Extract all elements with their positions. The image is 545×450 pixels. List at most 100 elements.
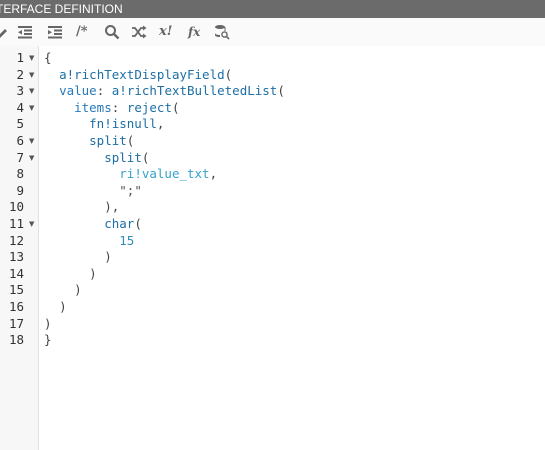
line-number-gutter: 1 ▼ 2 ▼ 3 ▼ 4 ▼ 5 6 ▼ 7 ▼ 8 9 10 11 ▼ 12 13 14 15 16 17 18 bbox=[0, 46, 39, 450]
line-number: 9 bbox=[16, 182, 24, 198]
code-line[interactable]: { bbox=[44, 50, 52, 67]
code-line[interactable]: ) bbox=[44, 266, 97, 283]
line-number: 12 bbox=[8, 232, 24, 248]
code-token: { bbox=[44, 50, 52, 65]
line-number: 11 bbox=[8, 216, 24, 231]
code-line[interactable]: char( bbox=[44, 216, 142, 233]
code-editor[interactable]: 1 ▼ 2 ▼ 3 ▼ 4 ▼ 5 6 ▼ 7 ▼ 8 9 10 11 ▼ 12 13 14 15 16 17 18 { a!r… bbox=[0, 46, 545, 450]
fold-toggle-icon[interactable]: ▼ bbox=[29, 50, 34, 67]
line-number: 16 bbox=[8, 299, 24, 314]
code-token: ( bbox=[277, 83, 285, 99]
code-token: reject bbox=[126, 99, 172, 115]
code-line[interactable]: ";" bbox=[44, 183, 142, 200]
code-line[interactable]: ) bbox=[44, 299, 67, 316]
code-token: split bbox=[89, 133, 127, 148]
code-token: ) bbox=[44, 315, 52, 331]
code-token: ri!value_txt bbox=[119, 166, 210, 182]
panel-title: TERFACE DEFINITION bbox=[0, 2, 123, 16]
code-token: ), bbox=[104, 199, 120, 215]
line-number: 5 bbox=[16, 116, 24, 132]
code-line[interactable]: a!richTextDisplayField( bbox=[44, 67, 232, 84]
comment-label: /* bbox=[76, 24, 88, 39]
code-token: : bbox=[111, 99, 127, 115]
line-number: 4 bbox=[16, 99, 24, 115]
line-number: 15 bbox=[8, 282, 24, 298]
code-line[interactable]: ri!value_txt, bbox=[44, 166, 217, 183]
code-line[interactable]: fn!isnull, bbox=[44, 116, 164, 133]
line-number: 17 bbox=[8, 315, 24, 331]
code-line[interactable]: split( bbox=[44, 150, 149, 167]
expression-label: x! bbox=[159, 24, 173, 39]
function-label: fx bbox=[188, 25, 201, 39]
outdent-icon[interactable] bbox=[17, 24, 33, 40]
fold-toggle-icon[interactable]: ▼ bbox=[29, 150, 34, 167]
code-line[interactable]: ) bbox=[44, 282, 82, 299]
code-line[interactable]: split( bbox=[44, 133, 134, 150]
code-token: char bbox=[104, 216, 135, 231]
code-token: ( bbox=[224, 66, 233, 82]
line-number: 1 bbox=[16, 50, 24, 65]
code-line[interactable]: 15 bbox=[44, 233, 134, 250]
database-search-icon[interactable] bbox=[214, 24, 230, 40]
code-token: items bbox=[74, 99, 112, 115]
line-number: 13 bbox=[8, 249, 24, 265]
code-token: ) bbox=[74, 282, 82, 298]
x-bang-icon[interactable]: x! bbox=[159, 24, 177, 40]
line-number: 2 bbox=[16, 66, 24, 82]
code-line[interactable]: ), bbox=[44, 199, 119, 216]
comment-icon[interactable]: /* bbox=[76, 24, 94, 40]
line-number: 10 bbox=[8, 199, 24, 215]
line-number: 18 bbox=[8, 332, 24, 348]
code-area[interactable]: { a!richTextDisplayField( value: a!richT… bbox=[39, 46, 545, 450]
fold-toggle-icon[interactable]: ▼ bbox=[29, 67, 34, 84]
code-line[interactable]: ) bbox=[44, 316, 52, 333]
panel-title-bar: TERFACE DEFINITION bbox=[0, 0, 545, 18]
fold-toggle-icon[interactable]: ▼ bbox=[29, 83, 34, 100]
fold-toggle-icon[interactable]: ▼ bbox=[29, 100, 34, 117]
code-token: , bbox=[209, 166, 218, 182]
code-token: a!richTextBulletedList bbox=[111, 83, 278, 99]
code-line[interactable]: ) bbox=[44, 249, 112, 266]
code-token: ) bbox=[104, 249, 112, 265]
indent-icon[interactable] bbox=[47, 24, 63, 40]
code-line[interactable]: } bbox=[44, 332, 52, 349]
shuffle-icon[interactable] bbox=[131, 24, 147, 40]
code-token: split bbox=[104, 149, 142, 165]
code-token: value bbox=[59, 83, 97, 99]
line-number: 6 bbox=[16, 133, 24, 148]
code-token: fn!isnull bbox=[89, 116, 157, 132]
search-icon[interactable] bbox=[104, 24, 120, 40]
code-line[interactable]: value: a!richTextBulletedList( bbox=[44, 83, 285, 100]
fold-toggle-icon[interactable]: ▼ bbox=[29, 133, 34, 150]
function-icon[interactable]: fx bbox=[188, 24, 204, 40]
interface-definition-panel: TERFACE DEFINITION /* x! fx 1 ▼ 2 ▼ 3 ▼ … bbox=[0, 0, 545, 450]
code-token: ( bbox=[171, 99, 180, 115]
code-token: ) bbox=[89, 265, 97, 281]
code-token: } bbox=[44, 332, 52, 348]
code-token: ( bbox=[126, 133, 135, 148]
line-number: 7 bbox=[16, 149, 24, 165]
code-token: : bbox=[96, 83, 112, 99]
pencil-icon[interactable] bbox=[0, 24, 8, 40]
fold-toggle-icon[interactable]: ▼ bbox=[29, 216, 34, 233]
code-token: ( bbox=[134, 216, 142, 231]
line-number: 14 bbox=[8, 265, 24, 281]
code-token: ) bbox=[59, 299, 67, 314]
code-token: , bbox=[156, 116, 165, 132]
editor-toolbar: /* x! fx bbox=[0, 18, 545, 47]
code-token: a!richTextDisplayField bbox=[59, 66, 225, 82]
code-line[interactable]: items: reject( bbox=[44, 99, 180, 117]
code-token: 15 bbox=[119, 232, 135, 248]
